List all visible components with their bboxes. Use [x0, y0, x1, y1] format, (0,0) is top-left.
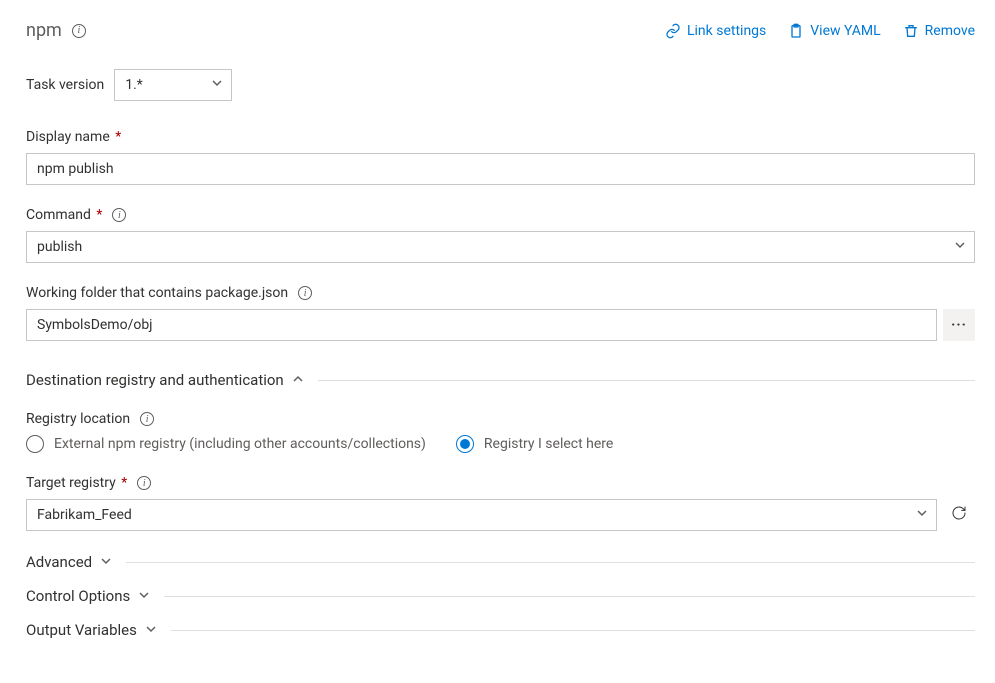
view-yaml-button[interactable]: View YAML	[788, 23, 880, 39]
refresh-icon	[951, 505, 967, 525]
info-icon[interactable]: i	[137, 476, 151, 490]
refresh-button[interactable]	[943, 499, 975, 531]
ellipsis-icon: ···	[951, 317, 967, 333]
divider	[171, 630, 975, 631]
advanced-section[interactable]: Advanced	[26, 553, 975, 571]
info-icon[interactable]: i	[72, 24, 86, 38]
output-variables-label: Output Variables	[26, 621, 137, 639]
control-options-label: Control Options	[26, 587, 130, 605]
chevron-down-icon	[145, 621, 157, 639]
command-select[interactable]: publish	[26, 231, 975, 263]
working-folder-label: Working folder that contains package.jso…	[26, 285, 288, 301]
radio-dot	[460, 439, 470, 449]
link-settings-button[interactable]: Link settings	[665, 23, 766, 39]
chevron-down-icon	[916, 507, 928, 523]
target-registry-value: Fabrikam_Feed	[37, 507, 132, 523]
header-actions: Link settings View YAML Remove	[665, 23, 975, 39]
command-label: Command *	[26, 207, 102, 223]
info-icon[interactable]: i	[140, 412, 154, 426]
registry-location-label: Registry location	[26, 411, 130, 427]
required-mark: *	[112, 129, 122, 145]
radio-select-here[interactable]: Registry I select here	[456, 435, 613, 453]
trash-icon	[903, 23, 919, 39]
target-registry-label: Target registry *	[26, 475, 127, 491]
chevron-down-icon	[211, 77, 223, 93]
link-settings-label: Link settings	[687, 23, 766, 39]
task-version-label: Task version	[26, 77, 104, 93]
clipboard-icon	[788, 23, 804, 39]
display-name-label: Display name *	[26, 129, 121, 145]
registry-location-group: Registry location i External npm registr…	[26, 411, 975, 453]
required-mark: *	[93, 207, 103, 223]
info-icon[interactable]: i	[112, 208, 126, 222]
radio-external-label: External npm registry (including other a…	[54, 436, 426, 452]
control-options-section[interactable]: Control Options	[26, 587, 975, 605]
remove-button[interactable]: Remove	[903, 23, 975, 39]
radio-icon	[26, 435, 44, 453]
chevron-up-icon	[292, 371, 304, 389]
radio-select-here-label: Registry I select here	[484, 436, 613, 452]
divider	[318, 380, 975, 381]
divider	[164, 596, 975, 597]
display-name-group: Display name *	[26, 129, 975, 185]
command-group: Command * i publish	[26, 207, 975, 263]
chevron-down-icon	[138, 587, 150, 605]
task-version-value: 1.*	[125, 77, 143, 93]
radio-icon	[456, 435, 474, 453]
task-title: npm	[26, 20, 62, 41]
info-icon[interactable]: i	[298, 286, 312, 300]
task-header: npm i Link settings View YAML Remove	[26, 20, 975, 41]
chevron-down-icon	[954, 239, 966, 255]
working-folder-group: Working folder that contains package.jso…	[26, 285, 975, 341]
divider	[126, 562, 975, 563]
registry-location-radios: External npm registry (including other a…	[26, 435, 975, 453]
output-variables-section[interactable]: Output Variables	[26, 621, 975, 639]
destination-section-title: Destination registry and authentication	[26, 371, 284, 389]
advanced-label: Advanced	[26, 553, 92, 571]
destination-section-header[interactable]: Destination registry and authentication	[26, 371, 975, 389]
title-wrap: npm i	[26, 20, 86, 41]
task-version-select[interactable]: 1.*	[114, 69, 232, 101]
working-folder-input[interactable]	[26, 309, 937, 341]
browse-button[interactable]: ···	[943, 309, 975, 341]
target-registry-group: Target registry * i Fabrikam_Feed	[26, 475, 975, 531]
radio-external-registry[interactable]: External npm registry (including other a…	[26, 435, 426, 453]
chevron-down-icon	[100, 553, 112, 571]
required-mark: *	[118, 475, 128, 491]
command-value: publish	[37, 239, 82, 255]
target-registry-select[interactable]: Fabrikam_Feed	[26, 499, 937, 531]
display-name-input[interactable]	[26, 153, 975, 185]
remove-label: Remove	[925, 23, 975, 39]
link-icon	[665, 23, 681, 39]
task-version-row: Task version 1.*	[26, 69, 975, 101]
view-yaml-label: View YAML	[810, 23, 880, 39]
